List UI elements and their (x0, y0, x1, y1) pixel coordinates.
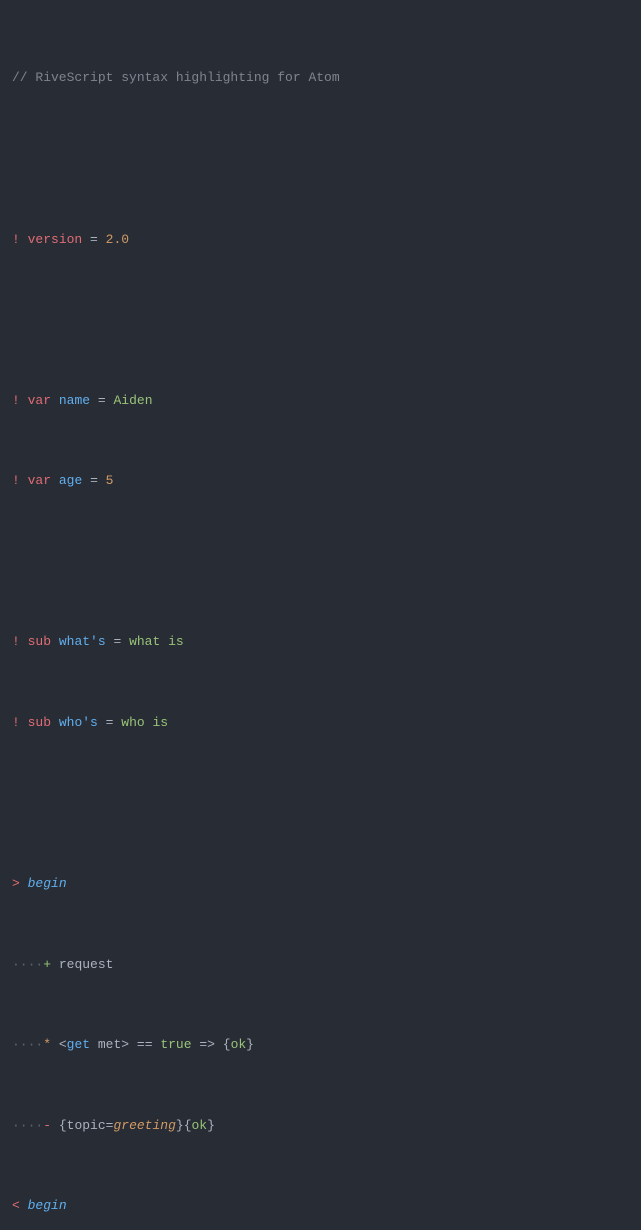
line-blank2 (12, 310, 629, 330)
dots3: ···· (12, 1118, 43, 1133)
val-whats: what is (129, 634, 184, 649)
dots2: ···· (12, 1037, 43, 1052)
brace4: }{ (176, 1118, 192, 1133)
comment-text: // RiveScript syntax highlighting for At… (12, 70, 340, 85)
eq4: = (113, 634, 129, 649)
sub-whos-id: who's (59, 715, 98, 730)
line-blank1 (12, 149, 629, 169)
val-true: true (160, 1037, 191, 1052)
get1: get (67, 1037, 90, 1052)
minus1: - (43, 1118, 51, 1133)
line-blank3 (12, 552, 629, 572)
kw-sub2: sub (28, 715, 51, 730)
var-age-id: age (59, 473, 82, 488)
val-age: 5 (106, 473, 114, 488)
kw-sub1: sub (28, 634, 51, 649)
var-name-id: name (59, 393, 90, 408)
brace1: { (223, 1037, 231, 1052)
exclaim1: ! (12, 232, 20, 247)
eq5: = (106, 715, 122, 730)
code-editor: // RiveScript syntax highlighting for At… (0, 0, 641, 1230)
sub-whats-id: what's (59, 634, 106, 649)
dots1: ···· (12, 957, 43, 972)
get-met: met (98, 1037, 121, 1052)
val-version: 2.0 (106, 232, 129, 247)
brace2: } (246, 1037, 254, 1052)
gt-begin: > (12, 876, 20, 891)
line-var-age: ! var age = 5 (12, 471, 629, 491)
line-version: ! version = 2.0 (12, 230, 629, 250)
ang2: > (121, 1037, 129, 1052)
trigger-request-text: request (59, 957, 114, 972)
kw-version: version (28, 232, 83, 247)
line-begin-close: < begin (12, 1196, 629, 1216)
val-name: Aiden (113, 393, 152, 408)
line-sub-whos: ! sub who's = who is (12, 713, 629, 733)
kw-begin-close: begin (28, 1198, 67, 1213)
kw-var: var (28, 393, 51, 408)
eq1: = (90, 232, 106, 247)
plus1: + (43, 957, 51, 972)
line-comment: // RiveScript syntax highlighting for At… (12, 68, 629, 88)
topic-eq: topic= (67, 1118, 114, 1133)
eq3: = (90, 473, 106, 488)
arrow-text: => (199, 1037, 222, 1052)
exclaim2: ! (12, 393, 20, 408)
exclaim4: ! (12, 634, 20, 649)
line-cond: ····* <get met> == true => {ok} (12, 1035, 629, 1055)
line-var-name: ! var name = Aiden (12, 391, 629, 411)
line-sub-whats: ! sub what's = what is (12, 632, 629, 652)
val-whos: who is (121, 715, 168, 730)
brace3: { (59, 1118, 67, 1133)
eq-eq: == (137, 1037, 160, 1052)
greeting-val: greeting (113, 1118, 175, 1133)
star1: * (43, 1037, 51, 1052)
kw-begin: begin (28, 876, 67, 891)
lt-begin: < (12, 1198, 20, 1213)
exclaim5: ! (12, 715, 20, 730)
line-begin-open: > begin (12, 874, 629, 894)
line-blank4 (12, 793, 629, 813)
ok-text: ok (231, 1037, 247, 1052)
brace5: } (207, 1118, 215, 1133)
eq2: = (98, 393, 114, 408)
kw-var2: var (28, 473, 51, 488)
ok2: ok (192, 1118, 208, 1133)
line-trigger-request: ····+ request (12, 955, 629, 975)
line-action-topic: ····- {topic=greeting}{ok} (12, 1116, 629, 1136)
ang1: < (59, 1037, 67, 1052)
exclaim3: ! (12, 473, 20, 488)
